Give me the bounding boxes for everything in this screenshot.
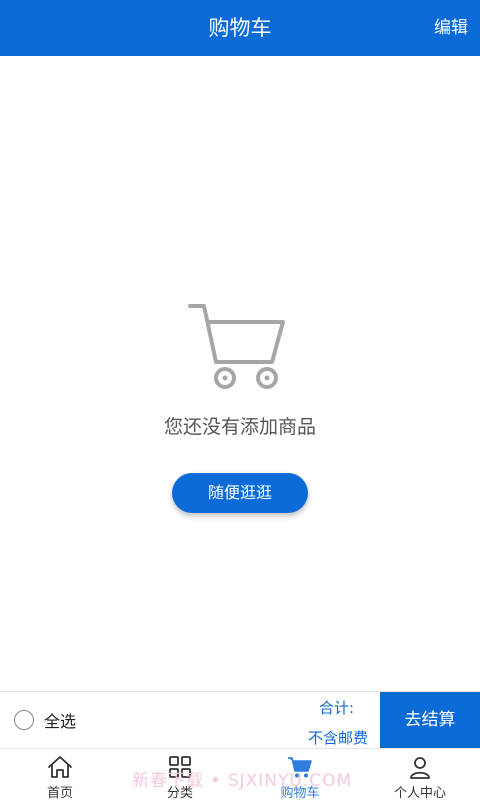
tab-cart[interactable]: 购物车 xyxy=(240,749,360,801)
select-all-label: 全选 xyxy=(44,712,77,731)
checkout-bar: 全选 合计: 不含邮费 去结算 xyxy=(0,691,480,748)
tab-profile[interactable]: 个人中心 xyxy=(360,749,480,801)
shopping-cart-icon xyxy=(188,304,285,389)
top-bar: 购物车 编辑 xyxy=(0,0,480,56)
select-all-toggle[interactable]: 全选 xyxy=(14,692,76,748)
shipping-note: 不含邮费 xyxy=(307,729,368,747)
category-icon xyxy=(169,756,191,778)
tab-profile-label: 个人中心 xyxy=(393,786,446,801)
user-icon xyxy=(410,757,430,779)
tab-category-label: 分类 xyxy=(166,786,193,801)
edit-button[interactable]: 编辑 xyxy=(434,0,468,56)
tab-home[interactable]: 首页 xyxy=(0,749,120,801)
empty-cart-state: 您还没有添加商品 随便逛逛 xyxy=(0,290,480,513)
tab-cart-label: 购物车 xyxy=(280,786,320,801)
tab-category[interactable]: 分类 xyxy=(120,749,240,801)
empty-message: 您还没有添加商品 xyxy=(163,416,316,438)
cart-icon xyxy=(288,757,312,778)
tab-home-label: 首页 xyxy=(46,786,73,801)
total-block: 合计: 不含邮费 xyxy=(308,692,368,748)
browse-button[interactable]: 随便逛逛 xyxy=(172,473,308,513)
total-label: 合计: xyxy=(318,699,354,717)
bottom-tab-bar: 首页 分类 购物车 个人中心 xyxy=(0,748,480,801)
select-all-radio[interactable] xyxy=(14,710,34,730)
checkout-button[interactable]: 去结算 xyxy=(380,692,480,748)
home-icon xyxy=(48,756,72,778)
page-title: 购物车 xyxy=(208,16,272,40)
